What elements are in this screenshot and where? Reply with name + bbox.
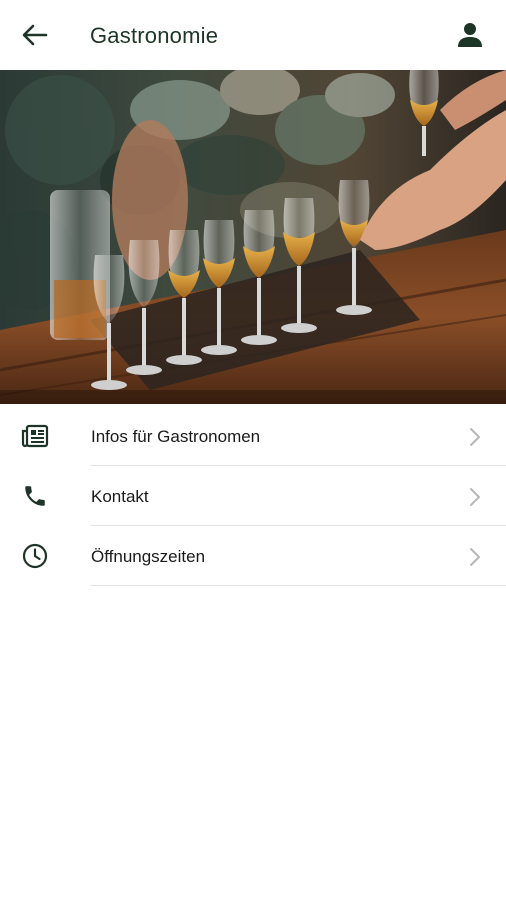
newspaper-icon [20,422,50,450]
chevron-right-icon [470,488,480,506]
phone-icon [20,482,50,510]
menu-item-oeffnungszeiten[interactable]: Öffnungszeiten [0,526,506,586]
back-button[interactable] [18,20,52,50]
hero-image [0,70,506,404]
page-title: Gastronomie [90,23,219,48]
account-button[interactable] [454,19,486,51]
chevron-right-icon [470,428,480,446]
arrow-left-icon [22,24,48,46]
person-icon [458,23,482,47]
menu-item-infos[interactable]: Infos für Gastronomen [0,406,506,466]
menu-item-label: Kontakt [91,487,149,506]
divider [91,585,506,586]
menu-item-label: Infos für Gastronomen [91,427,261,446]
clock-icon [20,542,50,570]
menu-item-kontakt[interactable]: Kontakt [0,466,506,526]
menu-item-label: Öffnungszeiten [91,547,206,566]
app-bar: Gastronomie [0,0,506,70]
menu-list: Infos für Gastronomen Kontakt Öffnungsze… [0,406,506,586]
chevron-right-icon [470,548,480,566]
